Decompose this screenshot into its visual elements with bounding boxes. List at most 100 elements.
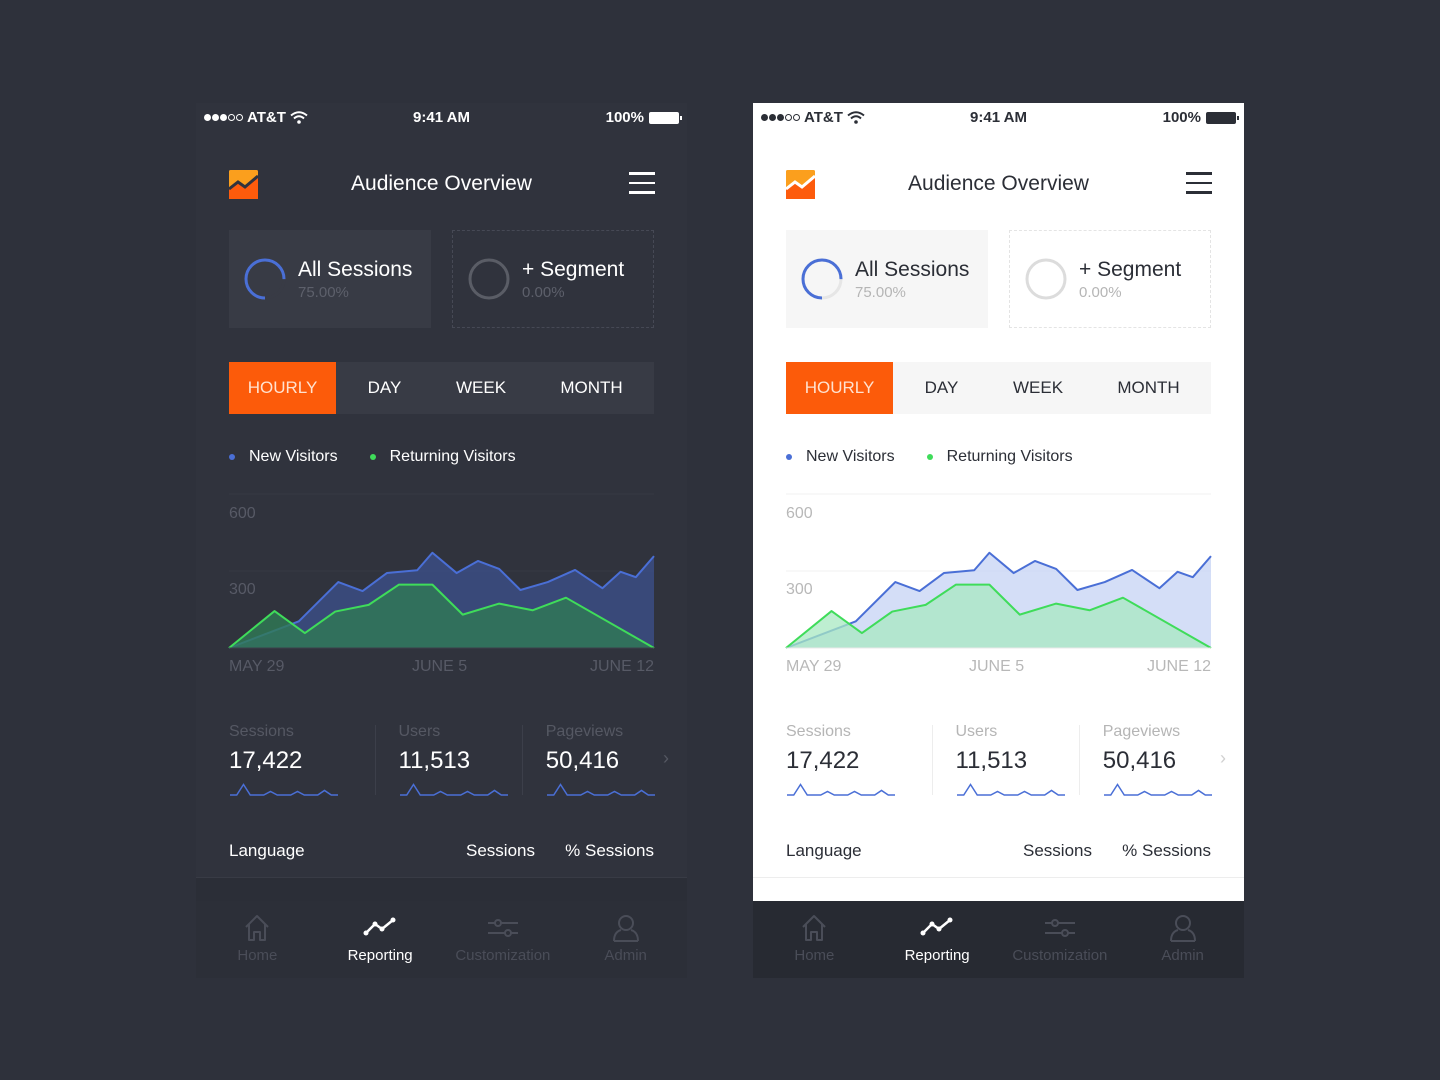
nav-admin[interactable]: Admin <box>1121 901 1244 978</box>
battery-icon <box>649 111 682 124</box>
stat-sessions[interactable]: Sessions 17,422 <box>786 723 932 803</box>
stat-users[interactable]: Users 11,513 <box>374 723 522 803</box>
nav-label: Customization <box>455 947 551 964</box>
chevron-right-icon[interactable]: › <box>1220 748 1226 769</box>
page-title: Audience Overview <box>351 172 532 195</box>
bottom-tab-bar: Home Reporting Customization Admin <box>753 901 1244 978</box>
y-tick-label: 300 <box>786 581 813 598</box>
nav-customization[interactable]: Customization <box>999 901 1122 978</box>
y-tick-label: 300 <box>229 581 256 598</box>
stat-label: Pageviews <box>1102 723 1181 740</box>
green-dot-icon <box>926 454 933 460</box>
legend-returning-visitors[interactable]: Returning Visitors <box>926 448 1073 466</box>
stat-sessions[interactable]: Sessions 17,422 <box>229 723 375 803</box>
stats-summary: Sessions 17,422 Users 11,513 Pageviews 5… <box>229 723 669 803</box>
nav-home[interactable]: Home <box>753 901 876 978</box>
legend-new-visitors[interactable]: New Visitors <box>786 448 895 466</box>
add-segment-button[interactable]: + Segment 0.00% <box>452 230 654 328</box>
tab-hourly[interactable]: HOURLY <box>229 362 336 414</box>
app-header: Audience Overview <box>753 158 1244 208</box>
x-tick-label: JUNE 5 <box>969 658 1025 675</box>
time-range-tabs: HOURLY DAY WEEK MONTH <box>229 362 654 414</box>
nav-home[interactable]: Home <box>196 901 319 978</box>
progress-ring-icon <box>244 258 286 300</box>
nav-label: Admin <box>1161 947 1204 964</box>
sparkline <box>956 783 1065 796</box>
sparkline-path <box>1103 783 1212 796</box>
chart-canvas <box>228 493 655 649</box>
stat-value: 50,416 <box>545 747 620 774</box>
legend-label: Returning Visitors <box>389 448 516 465</box>
tab-day[interactable]: DAY <box>336 362 433 414</box>
column-percent-sessions[interactable]: % Sessions <box>565 841 654 861</box>
legend-label: Returning Visitors <box>946 448 1073 465</box>
stats-summary: Sessions 17,422 Users 11,513 Pageviews 5… <box>786 723 1226 803</box>
nav-reporting[interactable]: Reporting <box>876 901 999 978</box>
legend-new-visitors[interactable]: New Visitors <box>229 448 338 466</box>
blue-dot-icon <box>786 454 792 460</box>
stat-label: Users <box>398 723 441 740</box>
stat-users[interactable]: Users 11,513 <box>931 723 1079 803</box>
tab-week[interactable]: WEEK <box>990 362 1086 414</box>
column-sessions[interactable]: Sessions <box>466 841 535 861</box>
line-chart-icon <box>363 917 396 936</box>
tab-month[interactable]: MONTH <box>529 362 654 414</box>
hamburger-menu-icon[interactable] <box>1186 172 1212 194</box>
segment-percent: 75.00% <box>855 283 906 301</box>
tab-day[interactable]: DAY <box>893 362 990 414</box>
sparkline-path <box>787 783 895 796</box>
stat-pageviews[interactable]: Pageviews 50,416 <box>1078 723 1226 803</box>
column-language[interactable]: Language <box>229 841 305 861</box>
column-language[interactable]: Language <box>786 841 862 861</box>
chart-legend: New Visitors Returning Visitors <box>786 448 1073 466</box>
sparkline-path <box>546 783 655 796</box>
stat-value: 17,422 <box>786 747 860 774</box>
battery-percent: 100% <box>1162 109 1201 126</box>
legend-label: New Visitors <box>806 448 895 465</box>
battery-icon <box>1206 111 1239 124</box>
sparkline <box>546 783 655 796</box>
nav-label: Reporting <box>347 947 413 964</box>
nav-label: Home <box>794 947 835 964</box>
segment-all-sessions[interactable]: All Sessions 75.00% <box>229 230 431 328</box>
column-percent-sessions[interactable]: % Sessions <box>1122 841 1211 861</box>
nav-admin[interactable]: Admin <box>564 901 687 978</box>
nav-label: Home <box>237 947 278 964</box>
stat-value: 11,513 <box>398 747 471 774</box>
bottom-tab-bar: Home Reporting Customization Admin <box>196 901 687 978</box>
nav-label: Customization <box>1012 947 1108 964</box>
page-title: Audience Overview <box>908 172 1089 195</box>
status-bar: AT&T 9:41 AM 100% <box>753 103 1244 133</box>
chevron-right-icon[interactable]: › <box>663 748 669 769</box>
tab-month[interactable]: MONTH <box>1086 362 1211 414</box>
stat-value: 17,422 <box>229 747 303 774</box>
sparkline <box>1103 783 1212 796</box>
tab-week[interactable]: WEEK <box>433 362 529 414</box>
column-sessions[interactable]: Sessions <box>1023 841 1092 861</box>
visitors-area-chart: 600 300 MAY 29 JUNE 5 JUNE 12 <box>196 483 687 683</box>
nav-label: Admin <box>604 947 647 964</box>
nav-customization[interactable]: Customization <box>442 901 565 978</box>
visitors-area-chart: 600 300 MAY 29 JUNE 5 JUNE 12 <box>753 483 1244 683</box>
stat-label: Sessions <box>229 723 294 740</box>
stat-label: Users <box>955 723 998 740</box>
divider <box>931 725 933 795</box>
divider <box>753 877 1244 878</box>
y-tick-label: 600 <box>786 505 813 522</box>
app-header: Audience Overview <box>196 158 687 208</box>
light-phone-screen: AT&T 9:41 AM 100% Audience Overview All … <box>753 103 1244 978</box>
x-tick-label: JUNE 12 <box>589 658 654 675</box>
tab-hourly[interactable]: HOURLY <box>786 362 893 414</box>
stat-label: Pageviews <box>545 723 624 740</box>
sparkline <box>787 783 895 796</box>
legend-returning-visitors[interactable]: Returning Visitors <box>369 448 516 466</box>
legend-label: New Visitors <box>249 448 338 465</box>
battery-percent: 100% <box>605 109 644 126</box>
stat-pageviews[interactable]: Pageviews 50,416 <box>521 723 669 803</box>
hamburger-menu-icon[interactable] <box>629 172 655 194</box>
progress-ring-icon <box>468 258 510 300</box>
divider <box>521 725 523 795</box>
add-segment-button[interactable]: + Segment 0.00% <box>1009 230 1211 328</box>
nav-reporting[interactable]: Reporting <box>319 901 442 978</box>
segment-all-sessions[interactable]: All Sessions 75.00% <box>786 230 988 328</box>
